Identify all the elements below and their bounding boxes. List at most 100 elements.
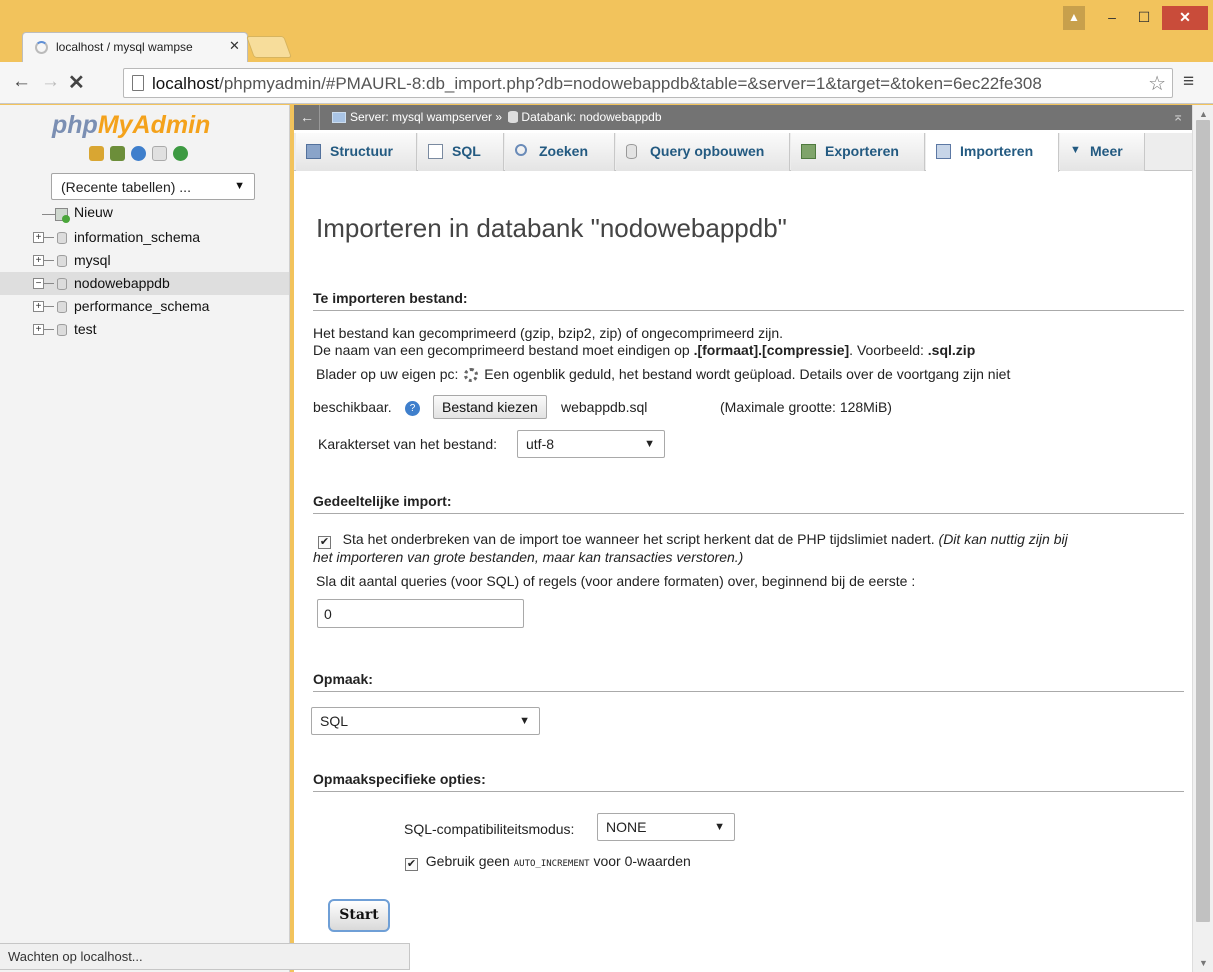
compat-mode-value: NONE [606, 819, 647, 835]
tab-label: Exporteren [825, 143, 899, 159]
upload-spinner-icon [464, 368, 479, 382]
expand-icon[interactable]: + [33, 301, 44, 312]
page-title: Importeren in databank "nodowebappdb" [316, 213, 787, 243]
logo-myadmin: MyAdmin [97, 111, 211, 139]
tab-query-opbouwen[interactable]: Query opbouwen [616, 133, 790, 171]
tab-meer[interactable]: ▼ Meer [1060, 133, 1145, 171]
tab-close-icon[interactable]: ✕ [229, 38, 240, 54]
collapse-sidebar-icon[interactable]: ← [300, 109, 314, 125]
tab-zoeken[interactable]: Zoeken [505, 133, 615, 171]
help-icon[interactable] [131, 146, 146, 161]
tab-structuur[interactable]: Structuur [296, 133, 417, 171]
browse-prefix: Blader op uw eigen pc: [316, 366, 459, 382]
start-button[interactable]: Start [328, 899, 390, 932]
collapse-icon[interactable]: − [33, 278, 44, 289]
address-bar[interactable]: localhost/phpmyadmin/#PMAURL-8:db_import… [123, 68, 1173, 98]
file-section-heading: Te importeren bestand: [313, 290, 1184, 311]
tree-item-performance-schema[interactable]: + performance_schema [0, 295, 289, 318]
tree-item-mysql[interactable]: + mysql [0, 249, 289, 272]
tree-connector [44, 283, 54, 284]
database-tree: Nieuw + information_schema + mysql − nod… [0, 203, 289, 341]
browser-menu-icon[interactable]: ≡ [1183, 71, 1194, 93]
tree-item-new[interactable]: Nieuw [0, 203, 289, 226]
maximize-button[interactable]: ☐ [1128, 6, 1160, 30]
format-heading: Opmaak: [313, 671, 1184, 692]
export-icon [801, 144, 816, 159]
browser-toolbar: ← → ✕ localhost/phpmyadmin/#PMAURL-8:db_… [0, 62, 1213, 104]
tree-connector [44, 237, 54, 238]
home-icon[interactable] [89, 146, 104, 161]
recent-tables-select[interactable]: (Recente tabellen) ... ▼ [51, 173, 255, 200]
phpmyadmin-logo[interactable]: phpMyAdmin [52, 111, 210, 140]
bookmark-star-icon[interactable]: ☆ [1148, 71, 1166, 96]
tree-item-label: nodowebappdb [74, 275, 170, 291]
tab-importeren[interactable]: Importeren [926, 133, 1059, 172]
user-profile-icon[interactable]: ▲ [1063, 6, 1085, 30]
tree-item-nodowebappdb[interactable]: − nodowebappdb [0, 272, 289, 295]
minimize-button[interactable]: – [1096, 6, 1128, 30]
expand-icon[interactable]: + [33, 255, 44, 266]
upload-wait-text: Een ogenblik geduld, het bestand wordt g… [484, 366, 1011, 382]
stop-loading-icon[interactable]: ✕ [68, 70, 85, 95]
database-icon [57, 278, 67, 290]
naming-format: .[formaat].[compressie] [693, 342, 850, 358]
scroll-up-icon[interactable]: ▲ [1199, 109, 1208, 119]
sql-icon [428, 144, 443, 159]
breadcrumb-database[interactable]: Databank: nodowebappdb [521, 110, 661, 124]
format-select[interactable]: SQL ▼ [311, 707, 540, 735]
allow-interrupt-note: (Dit kan nuttig zijn bij [938, 531, 1068, 547]
navigation-panel: phpMyAdmin (Recente tabellen) ... ▼ Nieu… [0, 105, 290, 972]
expand-icon[interactable]: + [33, 324, 44, 335]
tree-item-label: mysql [74, 252, 111, 268]
tab-exporteren[interactable]: Exporteren [791, 133, 925, 171]
format-value: SQL [320, 713, 349, 729]
import-icon [936, 144, 951, 159]
tree-item-label: performance_schema [74, 298, 210, 314]
choose-file-button[interactable]: Bestand kiezen [433, 395, 547, 419]
skip-queries-input[interactable]: 0 [317, 599, 524, 628]
forward-arrow-icon[interactable]: → [41, 71, 60, 93]
url-text[interactable]: localhost/phpmyadmin/#PMAURL-8:db_import… [152, 74, 1142, 94]
back-arrow-icon[interactable]: ← [12, 71, 31, 93]
naming-prefix: De naam van een gecomprimeerd bestand mo… [313, 342, 694, 358]
tab-label: Zoeken [539, 143, 589, 159]
compression-info: Het bestand kan gecomprimeerd (gzip, bzi… [313, 325, 784, 341]
logout-icon[interactable] [110, 146, 125, 161]
new-tab-button[interactable] [245, 36, 293, 58]
reload-icon[interactable] [173, 146, 188, 161]
tree-item-test[interactable]: + test [0, 318, 289, 341]
url-path: /phpmyadmin/#PMAURL-8:db_import.php?db=n… [219, 74, 1042, 93]
upload-wait-text-2: beschikbaar. [313, 399, 392, 415]
close-window-button[interactable]: ✕ [1162, 6, 1208, 30]
skip-queries-label: Sla dit aantal queries (voor SQL) of reg… [316, 573, 916, 589]
no-auto-increment-checkbox[interactable]: ✔ [405, 858, 418, 871]
breadcrumb-separator: » [495, 110, 503, 124]
naming-mid: . Voorbeeld: [849, 342, 928, 358]
new-database-icon [55, 208, 70, 223]
database-icon [57, 324, 67, 336]
browser-tab[interactable]: localhost / mysql wampse ✕ [22, 32, 248, 62]
status-bar: Wachten op localhost... [0, 943, 410, 970]
documentation-icon[interactable] [152, 146, 167, 161]
vertical-scrollbar[interactable]: ▲ ▼ [1192, 105, 1213, 972]
database-icon [508, 111, 519, 123]
compat-mode-select[interactable]: NONE ▼ [597, 813, 735, 841]
scroll-top-icon[interactable]: ⌅ [1172, 108, 1184, 125]
tab-title: localhost / mysql wampse [56, 40, 193, 54]
server-icon [332, 112, 346, 123]
scroll-down-icon[interactable]: ▼ [1199, 958, 1208, 968]
format-options-heading: Opmaakspecifieke opties: [313, 771, 1184, 792]
help-icon[interactable]: ? [405, 401, 420, 416]
charset-select[interactable]: utf-8 ▼ [517, 430, 665, 458]
auto-increment-code: AUTO_INCREMENT [513, 859, 590, 869]
breadcrumb-divider [319, 105, 320, 130]
scroll-thumb[interactable] [1196, 120, 1210, 922]
partial-import-heading: Gedeeltelijke import: [313, 493, 1184, 514]
expand-icon[interactable]: + [33, 232, 44, 243]
allow-interrupt-checkbox[interactable]: ✔ [318, 536, 331, 549]
breadcrumb-server[interactable]: Server: mysql wampserver [350, 110, 492, 124]
tab-sql[interactable]: SQL [418, 133, 504, 171]
tree-item-information-schema[interactable]: + information_schema [0, 226, 289, 249]
compat-mode-label: SQL-compatibiliteitsmodus: [404, 821, 575, 837]
auto-increment-prefix: Gebruik geen [425, 853, 510, 869]
